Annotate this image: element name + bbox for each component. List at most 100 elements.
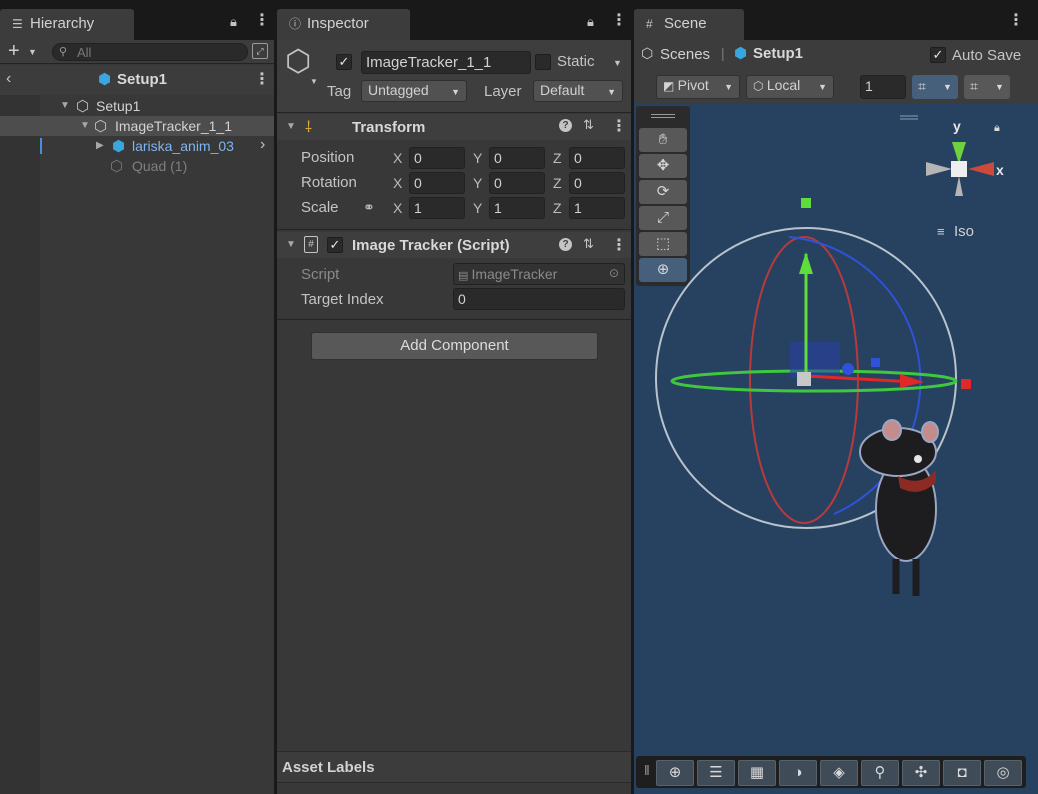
axis-z-label[interactable]: Z <box>553 150 562 166</box>
cone-x[interactable] <box>968 162 994 176</box>
gizmo-lock-icon[interactable]: 🔒︎ <box>994 122 1000 135</box>
grid-snap-button[interactable]: ⌗ ▼ <box>912 75 958 99</box>
position-x-field[interactable]: 0 <box>409 147 465 169</box>
constrain-proportions-icon[interactable]: ⚭ <box>363 199 375 216</box>
auto-save-checkbox[interactable]: ✓ <box>930 47 946 63</box>
scene-more-icon[interactable]: ⋮ <box>254 72 270 88</box>
rotation-y-field[interactable]: 0 <box>489 172 545 194</box>
iso-toggle[interactable]: Iso <box>954 223 974 240</box>
orientation-button[interactable]: ◎ <box>984 760 1022 786</box>
axis-x-label[interactable]: X <box>393 175 402 191</box>
axis-x-label[interactable]: X <box>393 150 402 166</box>
axis-y-label[interactable]: Y <box>473 150 482 166</box>
cone-y[interactable] <box>952 142 966 164</box>
grid-visibility-button[interactable]: ▦ <box>738 760 776 786</box>
axis-y-label[interactable]: Y <box>473 200 482 216</box>
effects-toggle-button[interactable]: ◈ <box>820 760 858 786</box>
help-icon[interactable]: ? <box>559 238 572 251</box>
grid-size-field[interactable]: 1 <box>860 75 906 99</box>
object-name-field[interactable]: ImageTracker_1_1 <box>361 51 531 74</box>
rotation-z-field[interactable]: 0 <box>569 172 625 194</box>
gizmo-axis-y-cap[interactable] <box>801 198 811 208</box>
gizmo-axis-z-cap[interactable] <box>871 358 880 367</box>
breadcrumb-scene[interactable]: Setup1 <box>753 45 803 62</box>
expand-arrow-icon[interactable]: ▼ <box>60 100 70 111</box>
gizmo-axis-x[interactable] <box>805 374 915 384</box>
tree-row-lariska[interactable]: ▶ ⬢ lariska_anim_03 › <box>40 136 274 156</box>
tab-scene[interactable]: # Scene <box>634 9 744 40</box>
open-prefab-chevron-icon[interactable]: › <box>260 136 265 154</box>
image-tracker-header[interactable]: ▼ # ✓ Image Tracker (Script) ? ⇅ ⋮ <box>277 232 631 258</box>
presets-icon[interactable]: ⇅ <box>583 236 594 252</box>
rotation-x-field[interactable]: 0 <box>409 172 465 194</box>
orientation-gizmo[interactable]: y x 🔒︎ <box>924 118 1014 218</box>
transform-header[interactable]: ▼ ⸸ Transform ? ⇅ ⋮ <box>277 114 631 140</box>
gizmo-axis-z-handle[interactable] <box>842 363 854 375</box>
asset-labels-bar[interactable]: Asset Labels <box>277 751 631 783</box>
static-dropdown-icon[interactable]: ▼ <box>613 58 622 68</box>
position-y-field[interactable]: 0 <box>489 147 545 169</box>
view-options-button[interactable]: ☰ <box>697 760 735 786</box>
gizmo-center[interactable] <box>797 372 811 386</box>
cube-center[interactable] <box>951 161 967 177</box>
tab-inspector[interactable]: ⓘ Inspector <box>277 9 410 40</box>
cone-neg-y[interactable] <box>955 176 963 196</box>
component-more-icon[interactable]: ⋮ <box>611 238 627 254</box>
axis-y-label[interactable]: Y <box>473 175 482 191</box>
script-label: Script <box>301 266 340 283</box>
tree-row-quad[interactable]: ⬡ Quad (1) <box>40 156 274 176</box>
help-icon[interactable]: ? <box>559 119 572 132</box>
more-icon[interactable]: ⋮ <box>611 13 627 29</box>
axis-z-label[interactable]: Z <box>553 175 562 191</box>
character-lariska[interactable] <box>859 419 939 596</box>
lock-icon[interactable]: 🔒︎ <box>587 14 594 30</box>
gizmos-toggle-button[interactable]: ✣ <box>902 760 940 786</box>
local-dropdown[interactable]: ⬡ Local ▼ <box>746 75 834 99</box>
more-icon[interactable]: ⋮ <box>1008 13 1024 29</box>
back-chevron-icon[interactable]: ‹ <box>6 70 11 88</box>
foldout-arrow-icon[interactable]: ▼ <box>286 239 296 250</box>
tag-dropdown[interactable]: Untagged ▼ <box>361 80 467 102</box>
tree-row-setup1[interactable]: ▼ ⬡ Setup1 <box>40 96 274 116</box>
more-icon[interactable]: ⋮ <box>254 13 270 29</box>
search-scene-button[interactable]: ⚲ <box>861 760 899 786</box>
expand-arrow-icon[interactable]: ▼ <box>80 120 90 131</box>
lighting-toggle-button[interactable]: ◑ <box>779 760 817 786</box>
chevron-down-icon[interactable]: ▼ <box>28 47 37 57</box>
cone-neg-x[interactable] <box>926 162 952 176</box>
camera-settings-button[interactable]: ◘ <box>943 760 981 786</box>
foldout-arrow-icon[interactable]: ▼ <box>286 121 296 132</box>
layer-dropdown[interactable]: Default ▼ <box>533 80 623 102</box>
gizmo-axis-y-arrow[interactable] <box>799 252 813 274</box>
add-component-button[interactable]: Add Component <box>311 332 598 360</box>
icon-chevron-down-icon[interactable]: ▼ <box>310 77 318 86</box>
component-more-icon[interactable]: ⋮ <box>611 119 627 135</box>
position-z-field[interactable]: 0 <box>569 147 625 169</box>
static-checkbox[interactable] <box>535 54 551 70</box>
scale-z-field[interactable]: 1 <box>569 197 625 219</box>
target-index-field[interactable]: 0 <box>453 288 625 310</box>
tree-row-imagetracker[interactable]: ▼ ⬡ ImageTracker_1_1 <box>0 116 274 136</box>
tab-hierarchy[interactable]: ☰ Hierarchy <box>0 9 134 40</box>
increment-snap-button[interactable]: ⌗ ▼ <box>964 75 1010 99</box>
scale-y-field[interactable]: 1 <box>489 197 545 219</box>
lock-icon[interactable]: 🔒︎ <box>230 14 237 30</box>
axis-z-label[interactable]: Z <box>553 200 562 216</box>
overlay-toolbar-handle[interactable]: ‖ <box>644 762 650 778</box>
draw-mode-button[interactable]: ⊕ <box>656 760 694 786</box>
active-checkbox[interactable]: ✓ <box>336 54 352 70</box>
axis-x-label[interactable]: X <box>393 200 402 216</box>
gizmo-axis-x-cap[interactable] <box>961 379 971 389</box>
search-input[interactable]: ⚲ All <box>52 43 248 61</box>
add-icon[interactable]: + <box>8 40 20 62</box>
component-enabled-checkbox[interactable]: ✓ <box>327 237 343 253</box>
static-label: Static <box>557 53 595 70</box>
scale-x-field[interactable]: 1 <box>409 197 465 219</box>
pivot-dropdown[interactable]: ◩ Pivot ▼ <box>656 75 740 99</box>
object-picker-icon[interactable]: ⊙ <box>609 266 619 280</box>
collapse-arrow-icon[interactable]: ▶ <box>96 140 104 151</box>
presets-icon[interactable]: ⇅ <box>583 117 594 133</box>
gameobject-large-icon[interactable]: ⬡ <box>285 46 311 78</box>
search-options-icon[interactable]: ⤢ <box>252 43 268 59</box>
scenes-link[interactable]: Scenes <box>660 46 710 63</box>
